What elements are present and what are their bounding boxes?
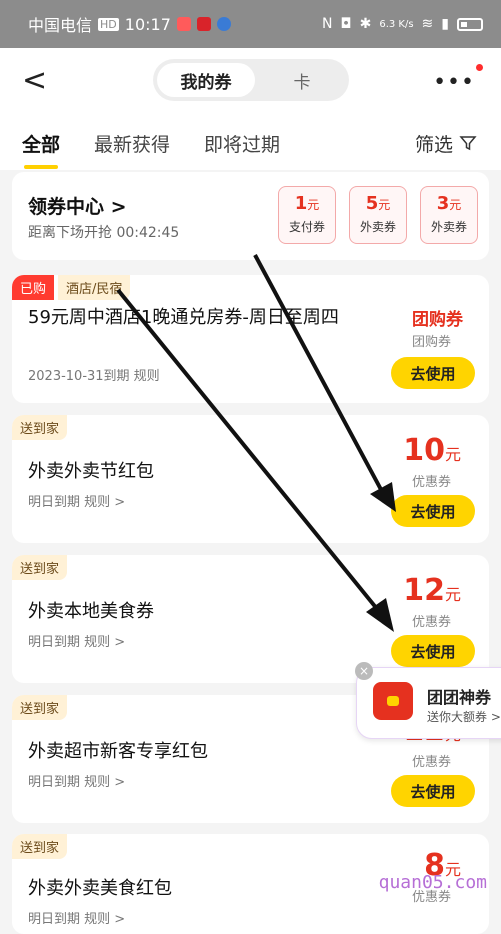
arrow-line bbox=[253, 254, 387, 498]
watermark: quan05.com bbox=[378, 872, 487, 893]
annotation-arrows bbox=[116, 254, 396, 632]
arrow-head bbox=[370, 482, 396, 512]
arrow-line bbox=[116, 288, 384, 617]
